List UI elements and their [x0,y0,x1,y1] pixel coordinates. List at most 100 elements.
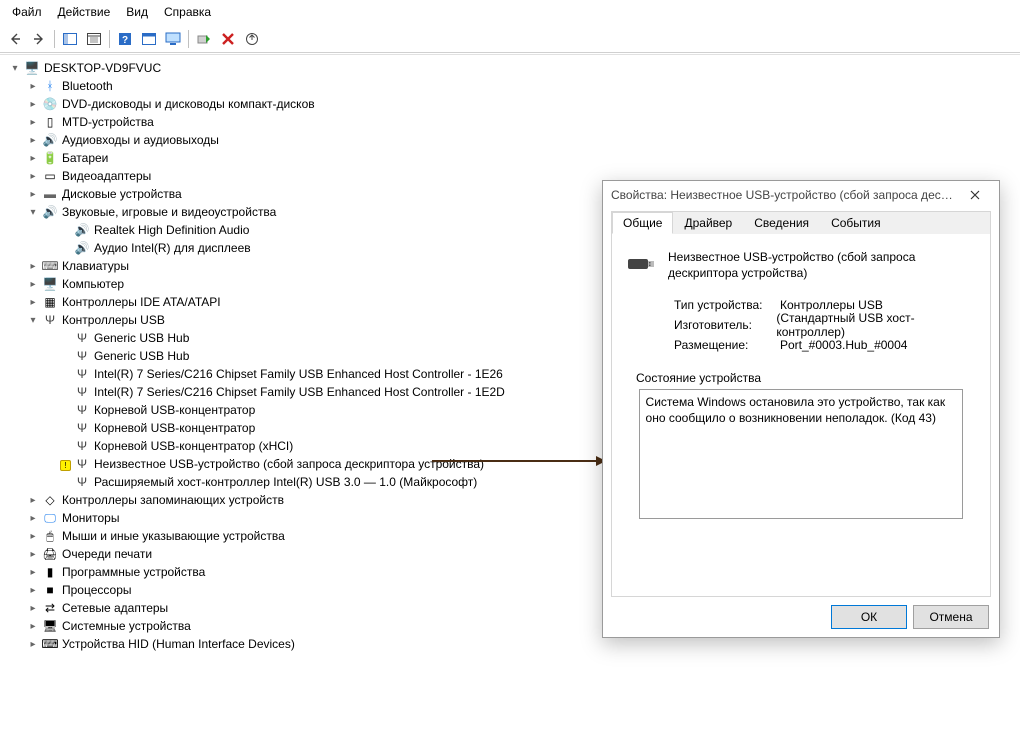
label-device-type: Тип устройства: [674,298,780,312]
usb-icon: Ψ [42,312,58,328]
properties-icon [87,33,101,45]
chevron-right-icon[interactable]: ▸ [26,511,40,525]
storage-controller-icon: ◇ [42,492,58,508]
chevron-right-icon[interactable]: ▸ [26,79,40,93]
sound-device-icon: 🔊 [74,222,90,238]
tree-item-batteries[interactable]: ▸ 🔋 Батареи [0,149,1020,167]
chevron-down-icon[interactable]: ▾ [26,205,40,219]
arrow-right-icon [32,32,46,46]
usb-device-icon: Ψ [74,348,90,364]
tree-item-bluetooth[interactable]: ▸ ᚼ Bluetooth [0,77,1020,95]
toolbar-update-driver-button[interactable] [241,28,263,50]
dialog-titlebar[interactable]: Свойства: Неизвестное USB-устройство (сб… [603,181,999,209]
svg-text:?: ? [122,35,128,46]
ok-button[interactable]: ОК [831,605,907,629]
chevron-right-icon[interactable]: ▸ [26,277,40,291]
network-icon: ⇄ [42,600,58,616]
chevron-right-icon[interactable]: ▸ [26,583,40,597]
chevron-right-icon[interactable]: ▸ [26,169,40,183]
chevron-right-icon[interactable]: ▸ [26,187,40,201]
chevron-right-icon[interactable]: ▸ [26,565,40,579]
tab-events[interactable]: События [820,212,892,234]
chevron-right-icon[interactable]: ▸ [26,529,40,543]
toolbar-scan-button[interactable] [162,28,184,50]
chip-icon: ▯ [42,114,58,130]
toolbar-divider [109,30,110,48]
computer-icon: 🖥️ [42,276,58,292]
monitor-icon: 🖵 [42,510,58,526]
panel-icon [63,33,77,45]
menu-file[interactable]: Файл [4,3,50,21]
display-adapter-icon: ▭ [42,168,58,184]
usb-device-icon: Ψ [74,474,90,490]
device-status-textbox[interactable]: Система Windows остановила это устройств… [639,389,964,519]
label-manufacturer: Изготовитель: [674,318,776,332]
software-device-icon: ▮ [42,564,58,580]
dialog-title: Свойства: Неизвестное USB-устройство (сб… [611,188,957,202]
dialog-close-button[interactable] [957,184,993,206]
chevron-right-icon[interactable]: ▸ [26,133,40,147]
toolbar-help-button[interactable]: ? [114,28,136,50]
toolbar-enable-button[interactable] [193,28,215,50]
tree-item-audio-io[interactable]: ▸ 🔊 Аудиовходы и аудиовыходы [0,131,1020,149]
warning-icon: ! [60,460,71,471]
chevron-right-icon[interactable]: ▸ [26,601,40,615]
usb-device-icon: Ψ [74,366,90,382]
chevron-right-icon[interactable]: ▸ [26,97,40,111]
close-icon [970,190,980,200]
arrow-left-icon [8,32,22,46]
disk-icon: ▬ [42,186,58,202]
chevron-down-icon[interactable]: ▾ [8,61,22,75]
chevron-right-icon[interactable]: ▸ [26,619,40,633]
toolbar-show-hide-button[interactable] [59,28,81,50]
chevron-right-icon[interactable]: ▸ [26,493,40,507]
cancel-button[interactable]: Отмена [913,605,989,629]
chevron-right-icon[interactable]: ▸ [26,637,40,651]
value-manufacturer: (Стандартный USB хост-контроллер) [776,311,976,339]
menu-view[interactable]: Вид [118,3,156,21]
toolbar-divider [54,30,55,48]
chevron-down-icon[interactable]: ▾ [26,313,40,327]
value-device-type: Контроллеры USB [780,298,883,312]
help-icon: ? [118,32,132,46]
device-status-group: Состояние устройства Система Windows ост… [630,371,972,519]
device-title: Неизвестное USB-устройство (сбой запроса… [668,248,976,281]
bluetooth-icon: ᚼ [42,78,58,94]
tab-general[interactable]: Общие [612,212,673,234]
delete-icon [221,32,235,46]
chevron-right-icon[interactable]: ▸ [26,115,40,129]
toolbar-uninstall-button[interactable] [217,28,239,50]
update-icon [245,32,259,46]
tab-details[interactable]: Сведения [743,212,820,234]
chevron-right-icon[interactable]: ▸ [26,151,40,165]
toolbar: ? [0,24,1020,55]
tree-item-mtd[interactable]: ▸ ▯ MTD-устройства [0,113,1020,131]
mouse-icon: 🖱 [42,528,58,544]
computer-icon: 🖥️ [24,60,40,76]
dvd-icon: 💿 [42,96,58,112]
chevron-right-icon[interactable]: ▸ [26,295,40,309]
menu-help[interactable]: Справка [156,3,219,21]
tree-root[interactable]: ▾ 🖥️ DESKTOP-VD9FVUC [0,59,1020,77]
sound-icon: 🔊 [42,204,58,220]
toolbar-back-button[interactable] [4,28,26,50]
tree-item-dvd[interactable]: ▸ 💿 DVD-дисководы и дисководы компакт-ди… [0,95,1020,113]
device-properties-dialog: Свойства: Неизвестное USB-устройство (сб… [602,180,1000,638]
usb-device-icon: Ψ [74,456,90,472]
enable-icon [197,32,211,46]
audio-icon: 🔊 [42,132,58,148]
menu-action[interactable]: Действие [50,3,119,21]
tab-driver[interactable]: Драйвер [673,212,743,234]
toolbar-forward-button[interactable] [28,28,50,50]
battery-icon: 🔋 [42,150,58,166]
window-icon [142,33,156,45]
device-status-label: Состояние устройства [630,371,972,385]
usb-device-icon: Ψ [74,402,90,418]
keyboard-icon: ⌨ [42,258,58,274]
tree-root-label: DESKTOP-VD9FVUC [44,61,161,75]
toolbar-window-button[interactable] [138,28,160,50]
chevron-right-icon[interactable]: ▸ [26,259,40,273]
chevron-right-icon[interactable]: ▸ [26,547,40,561]
toolbar-divider [188,30,189,48]
toolbar-properties-button[interactable] [83,28,105,50]
